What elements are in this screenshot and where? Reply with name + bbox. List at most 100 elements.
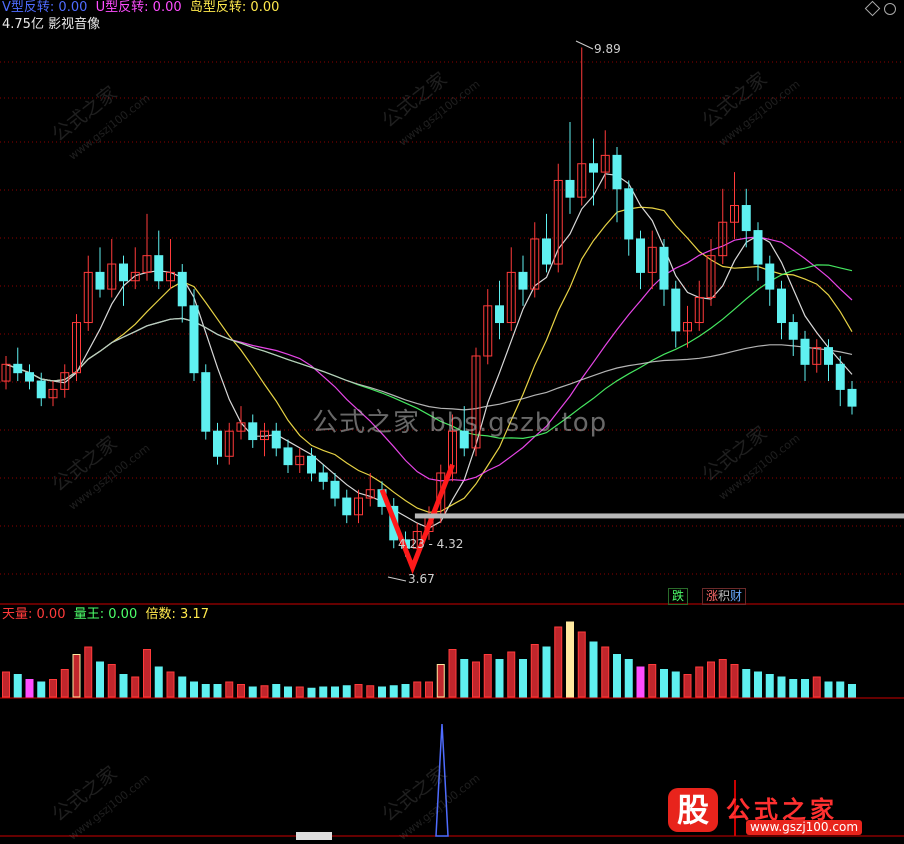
- volume-bar: [190, 681, 198, 698]
- candle-body: [189, 305, 199, 374]
- volume-bar: [389, 685, 398, 698]
- volume-bar: [742, 669, 751, 698]
- volume-bar: [60, 669, 69, 698]
- volume-bar: [530, 644, 539, 698]
- volume-bar: [448, 649, 457, 698]
- liangwang-value: 0.00: [108, 607, 138, 622]
- volume-bar: [378, 686, 386, 698]
- volume-bar: [107, 664, 116, 698]
- volume-bar: [154, 666, 163, 698]
- candle-body: [95, 271, 105, 290]
- volume-bar: [730, 664, 739, 698]
- site-logo: 股 公式之家 www.gszj100.com: [662, 786, 902, 838]
- volume-bar: [707, 661, 715, 698]
- volume-bar: [284, 686, 292, 698]
- candle-body: [307, 455, 316, 474]
- volume-bar: [366, 685, 375, 698]
- volume-bar: [613, 654, 621, 698]
- liangwang-label: 量王: [73, 607, 100, 622]
- logo-url: www.gszj100.com: [746, 820, 863, 835]
- price-low-label: 3.67: [408, 572, 435, 586]
- candle-body: [248, 422, 258, 441]
- circle-icon[interactable]: [884, 3, 896, 15]
- candle-body: [671, 288, 681, 332]
- volume-bar: [37, 681, 46, 698]
- volume-bar: [601, 646, 610, 698]
- volume-bar: [460, 659, 469, 698]
- signal-tag-die: 跌: [668, 588, 689, 605]
- volume-bar: [754, 671, 762, 698]
- candle-body: [13, 363, 23, 374]
- volume-bar: [131, 676, 140, 698]
- volume-bar: [695, 666, 704, 698]
- candle-body: [283, 447, 293, 466]
- volume-bar: [812, 676, 821, 698]
- volume-indicator-header: 天量: 0.00 量王: 0.00 倍数: 3.17: [2, 607, 209, 622]
- volume-bar: [354, 684, 363, 698]
- ma60-line: [5, 317, 853, 411]
- candle-body: [119, 263, 128, 282]
- volume-bar: [765, 674, 774, 698]
- volume-bar: [777, 676, 786, 698]
- candle-body: [25, 372, 34, 382]
- volume-bar: [577, 631, 586, 698]
- support-band: [414, 513, 904, 519]
- candle-body: [330, 480, 340, 499]
- bottom-tab[interactable]: [296, 832, 332, 840]
- candle-body: [518, 271, 528, 290]
- candle-body: [542, 238, 551, 265]
- volume-bar: [13, 674, 22, 698]
- volume-bar: [295, 686, 304, 698]
- logo-icon: 股: [668, 788, 718, 832]
- volume-bar: [413, 681, 422, 698]
- volume-bar: [718, 659, 727, 698]
- volume-bar: [96, 661, 104, 698]
- u-reversal-label: U型反转: [95, 0, 145, 15]
- volume-bar: [143, 649, 151, 698]
- volume-bar: [542, 646, 551, 698]
- high-pointer: [575, 40, 594, 50]
- volume-bar: [307, 687, 316, 698]
- price-range-label: 4.23 - 4.32: [398, 537, 463, 551]
- u-reversal-value: 0.00: [152, 0, 182, 15]
- candle-body: [788, 322, 798, 340]
- volume-bar: [660, 669, 668, 698]
- volume-bar: [237, 684, 245, 698]
- candle-body: [495, 305, 504, 324]
- volume-bar: [554, 626, 563, 698]
- volume-bars: [2, 621, 856, 698]
- volume-bar: [824, 681, 833, 698]
- v-reversal-value: 0.00: [58, 0, 88, 15]
- volume-bar: [119, 674, 128, 698]
- volume-bar: [566, 621, 574, 698]
- beishu-value: 3.17: [180, 607, 209, 622]
- volume-bar: [2, 671, 10, 698]
- candle-body: [201, 372, 211, 432]
- volume-bar: [319, 686, 328, 698]
- volume-bar: [401, 684, 410, 698]
- volume-bar: [72, 654, 81, 698]
- candle-body: [777, 288, 786, 324]
- candle-body: [213, 430, 222, 457]
- candle-body: [636, 238, 645, 273]
- volume-bar: [836, 681, 845, 698]
- volume-bar: [671, 671, 680, 698]
- volume-bar: [648, 664, 657, 698]
- volume-bar: [519, 659, 527, 698]
- candle-body: [741, 205, 751, 232]
- candle-body: [318, 472, 328, 482]
- volume-bar: [225, 681, 234, 698]
- volume-bar: [472, 661, 480, 698]
- volume-bar: [624, 659, 633, 698]
- candle-body: [154, 255, 164, 282]
- v-reversal-label: V型反转: [2, 0, 50, 15]
- watermark-center: 公式之家 bbs.gszb.top: [312, 408, 608, 438]
- volume-bar: [49, 679, 57, 698]
- volume-bar: [495, 659, 504, 698]
- candle-body: [824, 347, 833, 365]
- volume-bar: [425, 681, 433, 698]
- volume-bar: [260, 685, 269, 698]
- volume-bar: [636, 666, 645, 698]
- candle-body: [271, 430, 281, 449]
- volume-bar: [589, 641, 598, 698]
